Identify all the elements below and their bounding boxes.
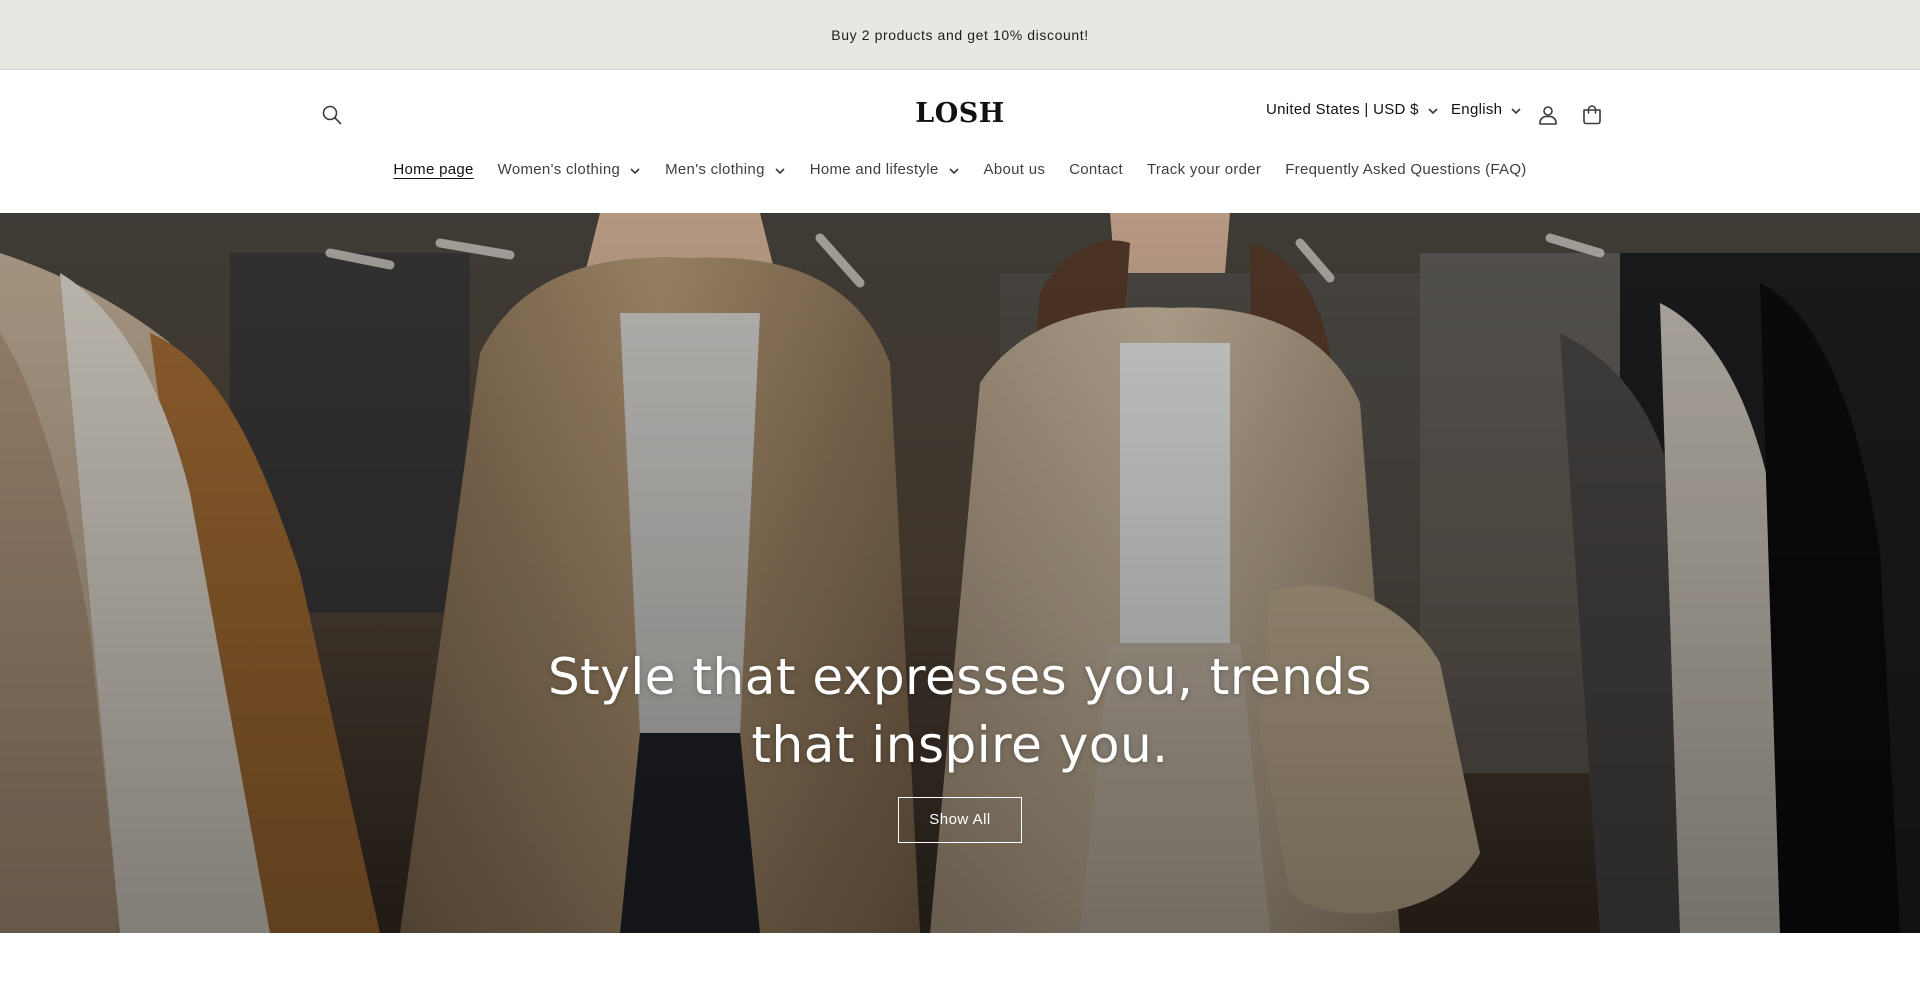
- nav-item-label: Men's clothing: [665, 161, 765, 178]
- country-currency-select[interactable]: United States | USD $: [1266, 101, 1439, 118]
- main-navigation: Home page Women's clothing Men's clothin…: [0, 161, 1920, 178]
- page-content-start: [0, 933, 1920, 993]
- show-all-button[interactable]: Show All: [898, 797, 1022, 843]
- language-label: English: [1451, 101, 1503, 118]
- hero-banner: Style that expresses you, trends that in…: [0, 213, 1920, 933]
- language-select[interactable]: English: [1451, 101, 1522, 118]
- nav-item-label: Women's clothing: [497, 161, 621, 178]
- nav-item-faq[interactable]: Frequently Asked Questions (FAQ): [1273, 161, 1538, 178]
- hero-title: Style that expresses you, trends that in…: [547, 648, 1373, 774]
- nav-item-label: Track your order: [1146, 161, 1262, 178]
- account-icon: [1539, 106, 1557, 125]
- nav-item-womens-clothing[interactable]: Women's clothing: [486, 161, 653, 178]
- nav-item-about-us[interactable]: About us: [972, 161, 1058, 178]
- nav-item-label: Frequently Asked Questions (FAQ): [1285, 161, 1527, 178]
- logo[interactable]: LOSH: [910, 98, 1010, 129]
- cart-button[interactable]: [1572, 95, 1612, 135]
- account-button[interactable]: [1528, 95, 1568, 135]
- nav-item-home-page[interactable]: Home page: [381, 161, 485, 178]
- chevron-down-icon: [774, 164, 786, 176]
- announcement-text: Buy 2 products and get 10% discount!: [831, 26, 1089, 43]
- chevron-down-icon: [1510, 104, 1522, 116]
- hero-content: Style that expresses you, trends that in…: [0, 643, 1920, 843]
- search-button[interactable]: [312, 95, 352, 135]
- cart-icon: [1583, 105, 1601, 125]
- nav-item-home-and-lifestyle[interactable]: Home and lifestyle: [798, 161, 972, 178]
- search-icon: [322, 105, 342, 125]
- chevron-down-icon: [629, 164, 641, 176]
- site-header: LOSH United States | USD $ English Home …: [0, 71, 1920, 212]
- nav-item-label: Home and lifestyle: [809, 161, 939, 178]
- chevron-down-icon: [1427, 104, 1439, 116]
- nav-item-mens-clothing[interactable]: Men's clothing: [653, 161, 798, 178]
- nav-item-label: Home page: [393, 161, 474, 178]
- nav-item-contact[interactable]: Contact: [1057, 161, 1135, 178]
- country-currency-label: United States | USD $: [1266, 101, 1419, 118]
- announcement-bar: Buy 2 products and get 10% discount!: [0, 0, 1920, 70]
- nav-item-label: About us: [983, 161, 1046, 178]
- nav-item-track-your-order[interactable]: Track your order: [1135, 161, 1273, 178]
- chevron-down-icon: [948, 164, 960, 176]
- nav-item-label: Contact: [1069, 161, 1123, 178]
